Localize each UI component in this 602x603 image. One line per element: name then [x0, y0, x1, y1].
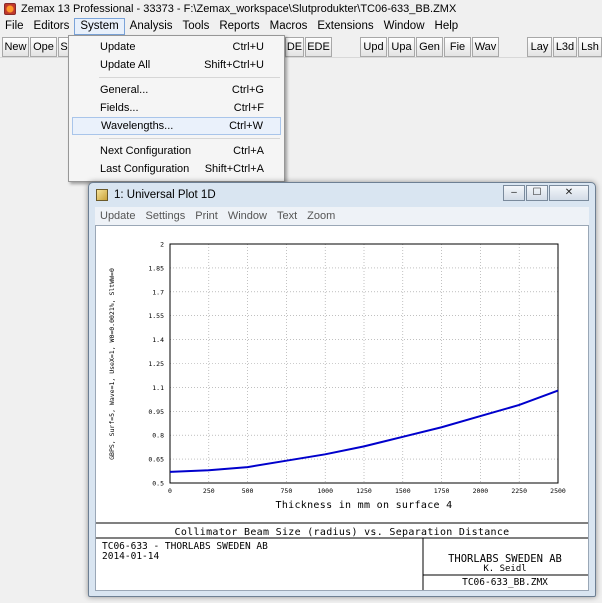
- x-tick-label: 750: [281, 487, 293, 495]
- toolbar-lsh-button[interactable]: Lsh: [578, 37, 602, 57]
- menu-editors[interactable]: Editors: [29, 18, 75, 35]
- x-tick-label: 1250: [356, 487, 372, 495]
- menu-item-next-configuration[interactable]: Next Configuration Ctrl+A: [72, 142, 281, 160]
- menu-item-label: Last Configuration: [100, 163, 190, 175]
- plot-menu-zoom[interactable]: Zoom: [302, 210, 340, 222]
- menu-item-last-configuration[interactable]: Last Configuration Shift+Ctrl+A: [72, 160, 281, 178]
- menu-item-update-all[interactable]: Update All Shift+Ctrl+U: [72, 56, 281, 74]
- x-tick-label: 2250: [511, 487, 527, 495]
- caption-title: Collimator Beam Size (radius) vs. Separa…: [175, 527, 510, 538]
- x-tick-label: 2000: [473, 487, 489, 495]
- menu-item-shortcut: Ctrl+F: [233, 102, 264, 114]
- menu-item-update[interactable]: Update Ctrl+U: [72, 38, 281, 56]
- beam-size-chart: 0 250 500 750 1000 1250 1500 1750 2000 2250 2500 0.…: [96, 241, 588, 590]
- menu-item-label: Fields...: [100, 102, 139, 114]
- caption-author: K. Seidl: [483, 564, 526, 574]
- zemax-app-icon: [4, 3, 16, 15]
- menu-help[interactable]: Help: [430, 18, 464, 35]
- toolbar-l3d-button[interactable]: L3d: [553, 37, 577, 57]
- y-tick-label: 1.4: [152, 336, 164, 344]
- app-titlebar: Zemax 13 Professional - 33373 - F:\Zemax…: [0, 0, 602, 18]
- menu-analysis[interactable]: Analysis: [125, 18, 178, 35]
- menu-item-label: Update: [100, 41, 136, 53]
- menu-item-fields[interactable]: Fields... Ctrl+F: [72, 99, 281, 117]
- y-tick-label: 0.95: [148, 408, 164, 416]
- toolbar-fie-button[interactable]: Fie: [444, 37, 471, 57]
- plot-window-menubar: Update Settings Print Window Text Zoom: [95, 207, 589, 225]
- y-axis-label: GBPS, Surf=5, Wave=1, UseX=1, W0=0.0021%…: [108, 268, 116, 460]
- main-menubar: File Editors System Analysis Tools Repor…: [0, 18, 602, 35]
- series-line: [169, 389, 559, 473]
- plot-menu-update[interactable]: Update: [95, 210, 140, 222]
- menu-item-wavelengths[interactable]: Wavelengths... Ctrl+W: [72, 117, 281, 135]
- menu-item-label: Update All: [100, 59, 151, 71]
- system-dropdown-menu: Update Ctrl+U Update All Shift+Ctrl+U Ge…: [68, 35, 285, 182]
- y-tick-label: 1.1: [152, 384, 164, 392]
- menu-separator: [99, 138, 280, 139]
- caption-left-line2: 2014-01-14: [102, 551, 159, 562]
- menu-system[interactable]: System: [74, 18, 125, 35]
- menu-window[interactable]: Window: [379, 18, 430, 35]
- caption-file: TC06-633_BB.ZMX: [462, 577, 548, 588]
- plot-menu-print[interactable]: Print: [190, 210, 223, 222]
- x-tick-label: 1750: [434, 487, 450, 495]
- toolbar-lay-button[interactable]: Lay: [527, 37, 552, 57]
- menu-item-shortcut: Ctrl+W: [229, 120, 263, 132]
- y-tick-label: 0.5: [152, 480, 164, 488]
- close-button[interactable]: ✕: [549, 185, 589, 201]
- plot-window-title: 1: Universal Plot 1D: [114, 189, 216, 201]
- plot-menu-settings[interactable]: Settings: [140, 210, 190, 222]
- toolbar-upd-button[interactable]: Upd: [360, 37, 387, 57]
- menu-file[interactable]: File: [0, 18, 29, 35]
- menu-extensions[interactable]: Extensions: [312, 18, 378, 35]
- menu-item-shortcut: Ctrl+U: [232, 41, 264, 53]
- menu-macros[interactable]: Macros: [265, 18, 313, 35]
- menu-item-shortcut: Ctrl+G: [231, 84, 264, 96]
- maximize-button[interactable]: ☐: [526, 185, 548, 201]
- app-title: Zemax 13 Professional - 33373 - F:\Zemax…: [21, 3, 457, 15]
- window-controls: ‒ ☐ ✕: [502, 185, 589, 201]
- x-tick-label: 500: [242, 487, 254, 495]
- y-tick-label: 2: [160, 241, 164, 249]
- y-tick-label: 1.55: [148, 312, 164, 320]
- toolbar-ede-button[interactable]: EDE: [305, 37, 332, 57]
- menu-item-general[interactable]: General... Ctrl+G: [72, 81, 281, 99]
- x-tick-label: 0: [168, 487, 172, 495]
- y-tick-label: 1.7: [152, 288, 164, 296]
- y-tick-label: 0.8: [152, 432, 164, 440]
- x-tick-label: 250: [203, 487, 215, 495]
- menu-item-shortcut: Shift+Ctrl+A: [204, 163, 264, 175]
- x-tick-label: 1000: [317, 487, 333, 495]
- y-tick-label: 1.85: [148, 264, 164, 272]
- menu-separator: [99, 77, 280, 78]
- menu-item-label: Wavelengths...: [101, 120, 174, 132]
- minimize-button[interactable]: ‒: [503, 185, 525, 201]
- plot-menu-window[interactable]: Window: [223, 210, 272, 222]
- menu-item-shortcut: Ctrl+A: [233, 145, 264, 157]
- toolbar-wav-button[interactable]: Wav: [472, 37, 499, 57]
- menu-tools[interactable]: Tools: [178, 18, 215, 35]
- universal-plot-window: 1: Universal Plot 1D ‒ ☐ ✕ Update Settin…: [88, 182, 596, 597]
- toolbar-de-button[interactable]: DE: [285, 37, 304, 57]
- menu-reports[interactable]: Reports: [214, 18, 264, 35]
- x-tick-label: 2500: [550, 487, 566, 495]
- toolbar-new-button[interactable]: New: [2, 37, 29, 57]
- x-tick-label: 1500: [395, 487, 411, 495]
- menu-item-label: General...: [100, 84, 149, 96]
- toolbar-open-button[interactable]: Ope: [30, 37, 57, 57]
- x-axis-label: Thickness in mm on surface 4: [276, 500, 453, 511]
- y-tick-label: 0.65: [148, 456, 164, 464]
- plot-window-titlebar[interactable]: 1: Universal Plot 1D ‒ ☐ ✕: [89, 183, 595, 207]
- y-tick-label: 1.25: [148, 360, 164, 368]
- plot-menu-text[interactable]: Text: [272, 210, 302, 222]
- menu-item-label: Next Configuration: [100, 145, 192, 157]
- plot-window-icon: [96, 189, 108, 201]
- toolbar-gen-button[interactable]: Gen: [416, 37, 443, 57]
- toolbar-upa-button[interactable]: Upa: [388, 37, 415, 57]
- menu-item-shortcut: Shift+Ctrl+U: [204, 59, 264, 71]
- plot-client-area: 0 250 500 750 1000 1250 1500 1750 2000 2250 2500 0.…: [95, 225, 589, 591]
